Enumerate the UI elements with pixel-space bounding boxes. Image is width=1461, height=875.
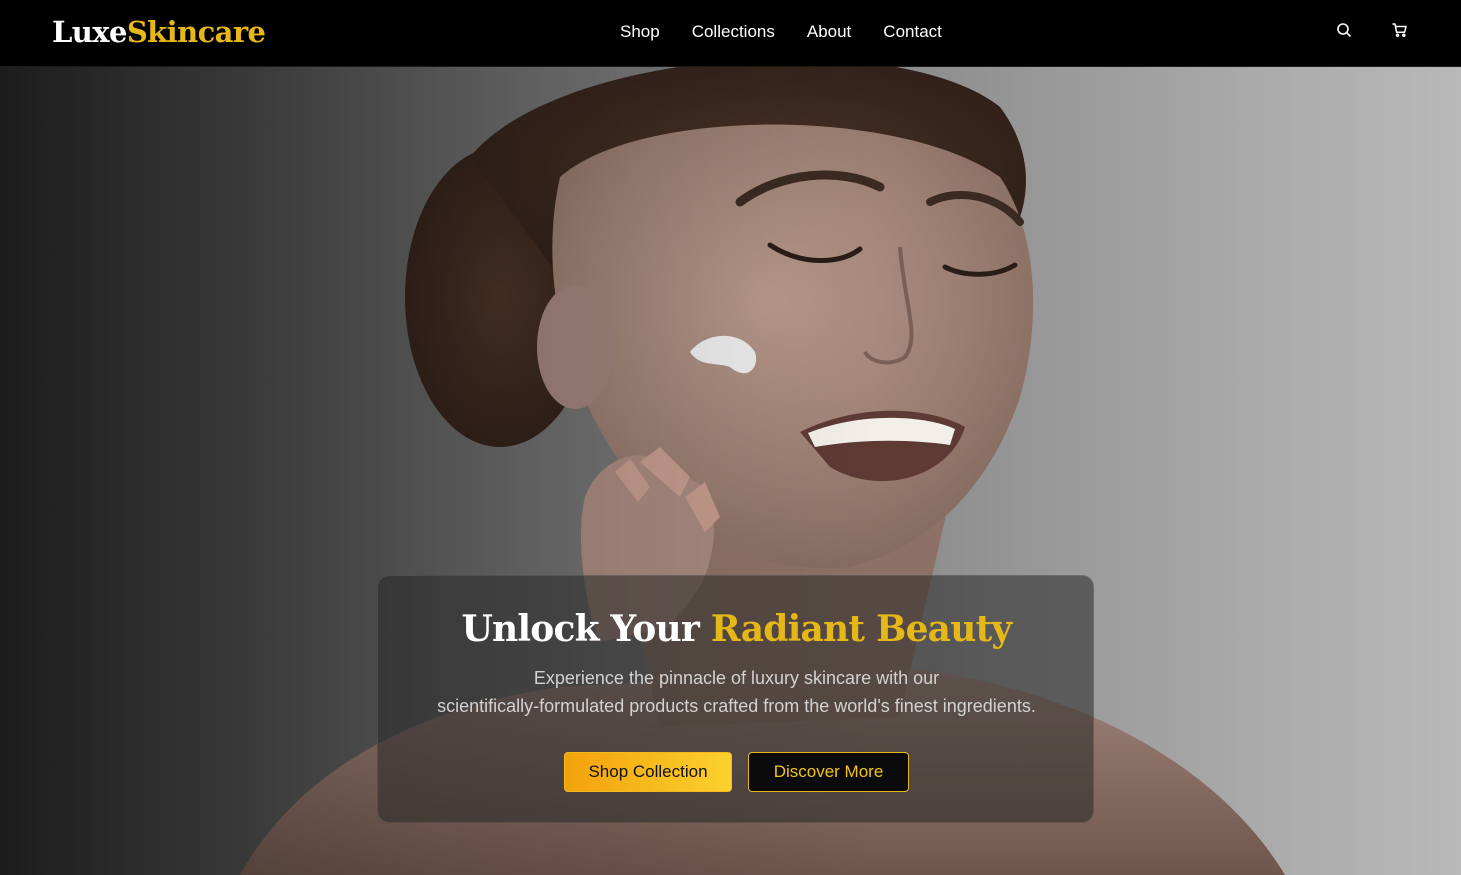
hero-subtitle: Experience the pinnacle of luxury skinca…	[398, 664, 1075, 720]
hero-section: Unlock Your Radiant Beauty Experience th…	[0, 67, 1461, 875]
search-icon[interactable]	[1336, 22, 1352, 38]
hero-title-part1: Unlock Your	[461, 608, 700, 650]
hero-subtitle-line2: scientifically-formulated products craft…	[437, 696, 1036, 716]
brand-logo[interactable]: LuxeSkincare	[52, 14, 266, 50]
main-nav: Shop Collections About Contact	[620, 20, 942, 44]
brand-logo-part1: Luxe	[52, 15, 127, 49]
hero-title: Unlock Your Radiant Beauty	[378, 606, 1095, 652]
hero-title-part2: Radiant Beauty	[710, 608, 1013, 650]
discover-more-button[interactable]: Discover More	[748, 752, 909, 792]
nav-link-about[interactable]: About	[807, 20, 851, 44]
top-navbar: LuxeSkincare Shop Collections About Cont…	[0, 0, 1461, 67]
shop-collection-button[interactable]: Shop Collection	[564, 752, 732, 792]
hero-card: Unlock Your Radiant Beauty Experience th…	[377, 575, 1094, 823]
cart-icon[interactable]	[1392, 22, 1408, 38]
hero-subtitle-line1: Experience the pinnacle of luxury skinca…	[533, 668, 940, 688]
nav-link-shop[interactable]: Shop	[620, 20, 660, 44]
brand-logo-part2: Skincare	[126, 15, 266, 49]
nav-link-contact[interactable]: Contact	[883, 20, 942, 44]
nav-link-collections[interactable]: Collections	[692, 20, 775, 44]
